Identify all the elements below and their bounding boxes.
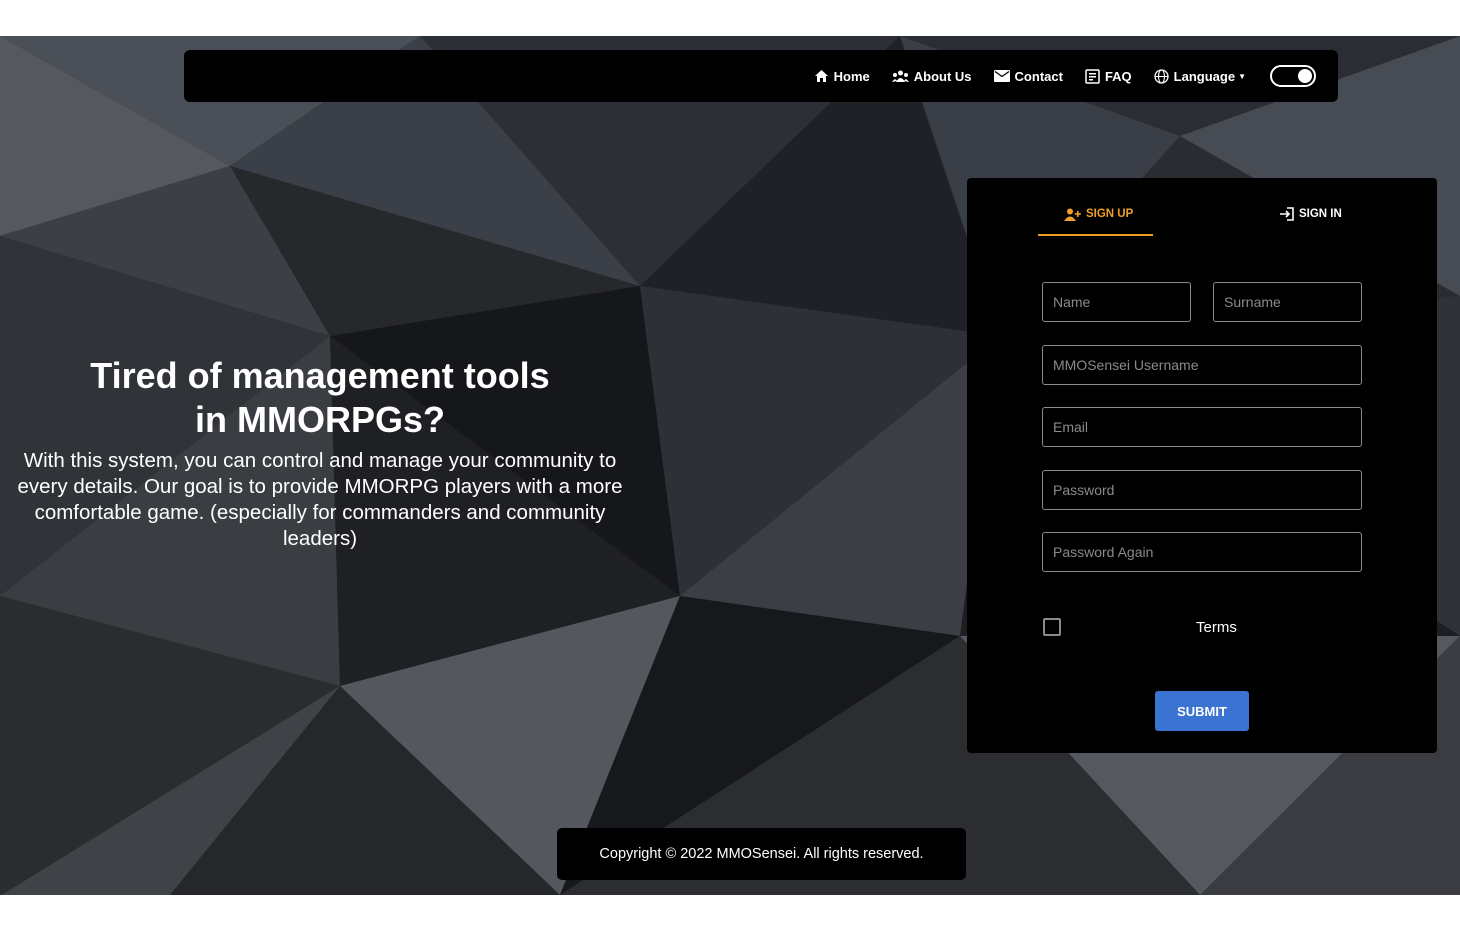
surname-field[interactable] bbox=[1213, 282, 1362, 322]
top-navbar: Home About Us Contact FAQ Language ▼ bbox=[184, 50, 1338, 102]
hero-section: Tired of management tools in MMORPGs? Wi… bbox=[10, 354, 630, 552]
nav-faq[interactable]: FAQ bbox=[1085, 69, 1132, 84]
book-icon bbox=[1085, 68, 1100, 84]
toggle-knob bbox=[1298, 69, 1312, 83]
terms-label[interactable]: Terms bbox=[1196, 619, 1237, 636]
nav-contact-label: Contact bbox=[1014, 68, 1063, 84]
people-icon bbox=[891, 70, 909, 82]
username-field[interactable] bbox=[1042, 345, 1362, 385]
nav-contact[interactable]: Contact bbox=[993, 68, 1063, 84]
password-field[interactable] bbox=[1042, 470, 1362, 510]
name-field[interactable] bbox=[1042, 282, 1191, 322]
nav-home[interactable]: Home bbox=[814, 69, 870, 84]
tab-sign-in-label: SIGN IN bbox=[1299, 208, 1342, 220]
submit-button[interactable]: SUBMIT bbox=[1155, 691, 1249, 731]
home-icon bbox=[814, 70, 828, 82]
tab-sign-up[interactable]: SIGN UP bbox=[1064, 204, 1133, 224]
nav-about-us[interactable]: About Us bbox=[891, 68, 972, 84]
page-background: Home About Us Contact FAQ Language ▼ Tir… bbox=[0, 36, 1460, 895]
terms-checkbox[interactable] bbox=[1043, 618, 1061, 636]
nav-home-label: Home bbox=[833, 68, 870, 84]
footer: Copyright © 2022 MMOSensei. All rights r… bbox=[557, 828, 966, 880]
login-icon bbox=[1280, 207, 1294, 221]
hero-description: With this system, you can control and ma… bbox=[17, 449, 623, 550]
nav-faq-label: FAQ bbox=[1104, 68, 1132, 84]
person-add-icon bbox=[1064, 208, 1081, 221]
email-field[interactable] bbox=[1042, 407, 1362, 447]
nav-language-dropdown[interactable]: Language ▼ bbox=[1154, 69, 1246, 84]
password-again-field[interactable] bbox=[1042, 532, 1362, 572]
mail-icon bbox=[993, 70, 1010, 82]
tab-sign-up-label: SIGN UP bbox=[1086, 208, 1134, 220]
active-tab-indicator bbox=[1038, 234, 1153, 236]
nav-language-label: Language bbox=[1173, 68, 1236, 84]
chevron-down-icon: ▼ bbox=[1238, 71, 1246, 81]
globe-icon bbox=[1154, 68, 1169, 84]
nav-about-us-label: About Us bbox=[913, 68, 972, 84]
copyright-text: Copyright © 2022 MMOSensei. All rights r… bbox=[599, 846, 924, 862]
tab-sign-in[interactable]: SIGN IN bbox=[1279, 204, 1342, 224]
hero-title: Tired of management tools in MMORPGs? bbox=[90, 355, 550, 440]
signup-card: SIGN UP SIGN IN Terms SUBMIT bbox=[967, 178, 1437, 753]
theme-toggle[interactable] bbox=[1270, 65, 1316, 87]
